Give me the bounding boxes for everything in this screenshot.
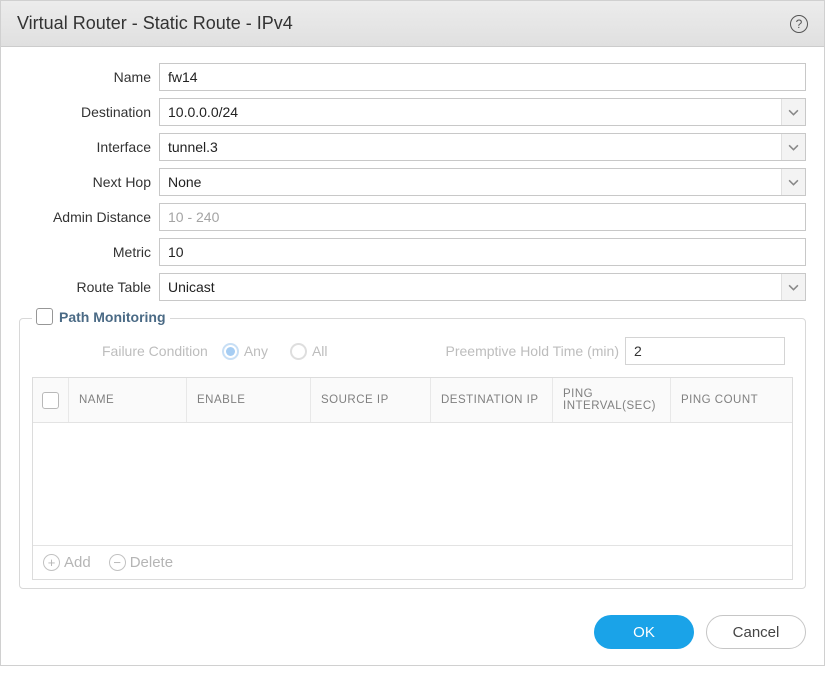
radio-any[interactable]: Any <box>222 343 268 360</box>
preemptive-hold: Preemptive Hold Time (min) <box>446 337 786 365</box>
col-select-all[interactable] <box>33 378 69 422</box>
delete-button[interactable]: − Delete <box>109 554 173 571</box>
row-admindist: Admin Distance <box>19 203 806 231</box>
path-monitoring-legend: Path Monitoring <box>32 308 170 325</box>
monitor-grid: Name Enable Source IP Destination IP Pin… <box>32 377 793 580</box>
dialog: Virtual Router - Static Route - IPv4 ? N… <box>0 0 825 666</box>
radio-all-label: All <box>312 343 328 359</box>
plus-icon: + <box>43 554 60 571</box>
metric-label: Metric <box>19 244 159 260</box>
hold-input[interactable] <box>625 337 785 365</box>
hold-label: Preemptive Hold Time (min) <box>446 343 620 359</box>
dialog-footer: OK Cancel <box>1 601 824 665</box>
admindist-label: Admin Distance <box>19 209 159 225</box>
radio-any-label: Any <box>244 343 268 359</box>
path-monitoring-checkbox[interactable] <box>36 308 53 325</box>
cancel-button[interactable]: Cancel <box>706 615 806 649</box>
radio-all[interactable]: All <box>290 343 328 360</box>
routetable-label: Route Table <box>19 279 159 295</box>
grid-header: Name Enable Source IP Destination IP Pin… <box>33 378 792 423</box>
row-routetable: Route Table <box>19 273 806 301</box>
col-enable[interactable]: Enable <box>187 378 311 422</box>
delete-label: Delete <box>130 554 173 571</box>
col-ping-interval[interactable]: Ping Interval(sec) <box>553 378 671 422</box>
failure-condition-label: Failure Condition <box>102 343 208 359</box>
admindist-input[interactable] <box>159 203 806 231</box>
metric-input[interactable] <box>159 238 806 266</box>
row-nexthop: Next Hop <box>19 168 806 196</box>
col-ping-count[interactable]: Ping Count <box>671 378 792 422</box>
path-monitoring-legend-text: Path Monitoring <box>59 309 166 325</box>
ok-button[interactable]: OK <box>594 615 694 649</box>
nexthop-select[interactable] <box>159 168 806 196</box>
select-all-checkbox[interactable] <box>42 392 59 409</box>
col-destination-ip[interactable]: Destination IP <box>431 378 553 422</box>
title-bar: Virtual Router - Static Route - IPv4 ? <box>1 1 824 47</box>
row-destination: Destination <box>19 98 806 126</box>
destination-label: Destination <box>19 104 159 120</box>
interface-label: Interface <box>19 139 159 155</box>
nexthop-label: Next Hop <box>19 174 159 190</box>
path-monitoring-group: Path Monitoring Failure Condition Any Al… <box>19 318 806 589</box>
destination-select[interactable] <box>159 98 806 126</box>
row-name: Name <box>19 63 806 91</box>
routetable-select[interactable] <box>159 273 806 301</box>
pm-controls: Failure Condition Any All Preemptive Hol… <box>32 337 793 377</box>
help-icon[interactable]: ? <box>790 15 808 33</box>
add-button[interactable]: + Add <box>43 554 91 571</box>
col-source-ip[interactable]: Source IP <box>311 378 431 422</box>
row-metric: Metric <box>19 238 806 266</box>
grid-body[interactable] <box>33 423 792 545</box>
add-label: Add <box>64 554 91 571</box>
name-input[interactable] <box>159 63 806 91</box>
form-area: Name Destination Interface <box>1 47 824 316</box>
dialog-title: Virtual Router - Static Route - IPv4 <box>17 13 293 34</box>
interface-select[interactable] <box>159 133 806 161</box>
grid-footer: + Add − Delete <box>33 545 792 579</box>
row-interface: Interface <box>19 133 806 161</box>
name-label: Name <box>19 69 159 85</box>
col-name[interactable]: Name <box>69 378 187 422</box>
minus-icon: − <box>109 554 126 571</box>
